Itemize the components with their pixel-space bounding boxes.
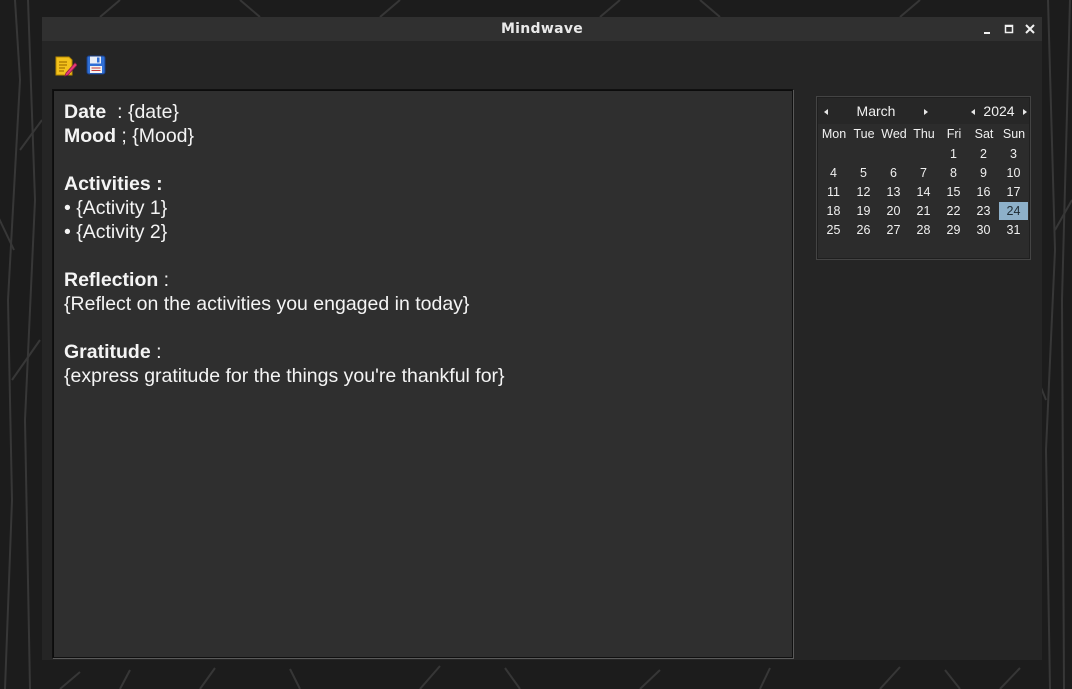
mood-label: Mood — [64, 125, 116, 147]
calendar-day[interactable]: 18 — [819, 202, 848, 220]
window-title: Mindwave — [500, 21, 584, 37]
calendar-day[interactable]: 5 — [849, 164, 878, 182]
weekday-header: Sun — [1002, 127, 1026, 141]
minimize-icon[interactable] — [979, 20, 997, 38]
calendar-day[interactable]: 19 — [849, 202, 878, 220]
next-year-icon[interactable] — [1021, 105, 1029, 115]
calendar-day[interactable]: 15 — [939, 183, 968, 201]
gratitude-heading: Gratitude : — [64, 341, 162, 363]
calendar-day[interactable]: 22 — [939, 202, 968, 220]
reflection-heading: Reflection : — [64, 269, 170, 291]
journal-text-editor[interactable]: Date : {date} Mood ; {Mood} Activities :… — [52, 89, 793, 658]
reflection-text: {Reflect on the activities you engaged i… — [64, 293, 470, 315]
activities-heading: Activities : — [64, 173, 163, 195]
calendar-day[interactable]: 30 — [969, 221, 998, 239]
calendar-day[interactable]: 8 — [939, 164, 968, 182]
calendar-day[interactable]: 31 — [999, 221, 1028, 239]
weekday-header: Wed — [881, 127, 907, 141]
date-line: Date : {date} — [64, 100, 792, 124]
weekday-header: Fri — [946, 127, 962, 141]
calendar-day[interactable]: 7 — [909, 164, 938, 182]
weekday-header: Thu — [913, 127, 935, 141]
calendar-day-selected[interactable]: 24 — [999, 202, 1028, 220]
calendar-day[interactable]: 9 — [969, 164, 998, 182]
weekday-header: Tue — [853, 127, 875, 141]
calendar-year: 2024 — [983, 103, 1015, 119]
prev-year-icon[interactable] — [969, 105, 977, 115]
activity-item: • {Activity 1} — [64, 197, 168, 219]
calendar-day[interactable]: 11 — [819, 183, 848, 201]
calendar-day[interactable]: 23 — [969, 202, 998, 220]
calendar-day[interactable]: 10 — [999, 164, 1028, 182]
calendar-day[interactable]: 21 — [909, 202, 938, 220]
calendar-day[interactable]: 17 — [999, 183, 1028, 201]
calendar-day[interactable]: 16 — [969, 183, 998, 201]
calendar-day[interactable]: 3 — [999, 145, 1028, 163]
calendar-day[interactable]: 26 — [849, 221, 878, 239]
calendar-day[interactable]: 27 — [879, 221, 908, 239]
calendar-day[interactable]: 13 — [879, 183, 908, 201]
calendar-day[interactable]: 28 — [909, 221, 938, 239]
mood-line: Mood ; {Mood} — [64, 124, 792, 148]
activity-item: • {Activity 2} — [64, 221, 168, 243]
close-icon[interactable] — [1021, 20, 1039, 38]
maximize-icon[interactable] — [1000, 20, 1018, 38]
save-icon[interactable] — [85, 54, 107, 76]
title-bar[interactable]: Mindwave — [42, 17, 1042, 41]
weekday-header: Sat — [974, 127, 994, 141]
calendar-day[interactable]: 4 — [819, 164, 848, 182]
app-window: Mindwave Date : {date} Mood ; {Mood} Act… — [42, 17, 1042, 660]
calendar-header: March 2024 — [818, 98, 1029, 124]
calendar-widget[interactable]: March 2024 Mon Tue Wed Thu Fri Sat Sun 1 2 3 4 5 6 7 8… — [816, 96, 1031, 260]
calendar-day[interactable]: 1 — [939, 145, 968, 163]
calendar-day[interactable]: 14 — [909, 183, 938, 201]
gratitude-text: {express gratitude for the things you're… — [64, 365, 505, 387]
prev-month-icon[interactable] — [822, 105, 830, 115]
mood-value: ; {Mood} — [115, 125, 195, 147]
calendar-day[interactable]: 6 — [879, 164, 908, 182]
calendar-day[interactable]: 25 — [819, 221, 848, 239]
calendar-day[interactable]: 2 — [969, 145, 998, 163]
edit-note-icon[interactable] — [53, 54, 77, 77]
date-value: : {date} — [106, 101, 179, 123]
calendar-day[interactable]: 29 — [939, 221, 968, 239]
calendar-day[interactable]: 20 — [879, 202, 908, 220]
calendar-day[interactable]: 12 — [849, 183, 878, 201]
calendar-month: March — [856, 103, 896, 119]
date-label: Date — [64, 101, 107, 123]
weekday-header: Mon — [821, 127, 847, 141]
next-month-icon[interactable] — [922, 105, 930, 115]
